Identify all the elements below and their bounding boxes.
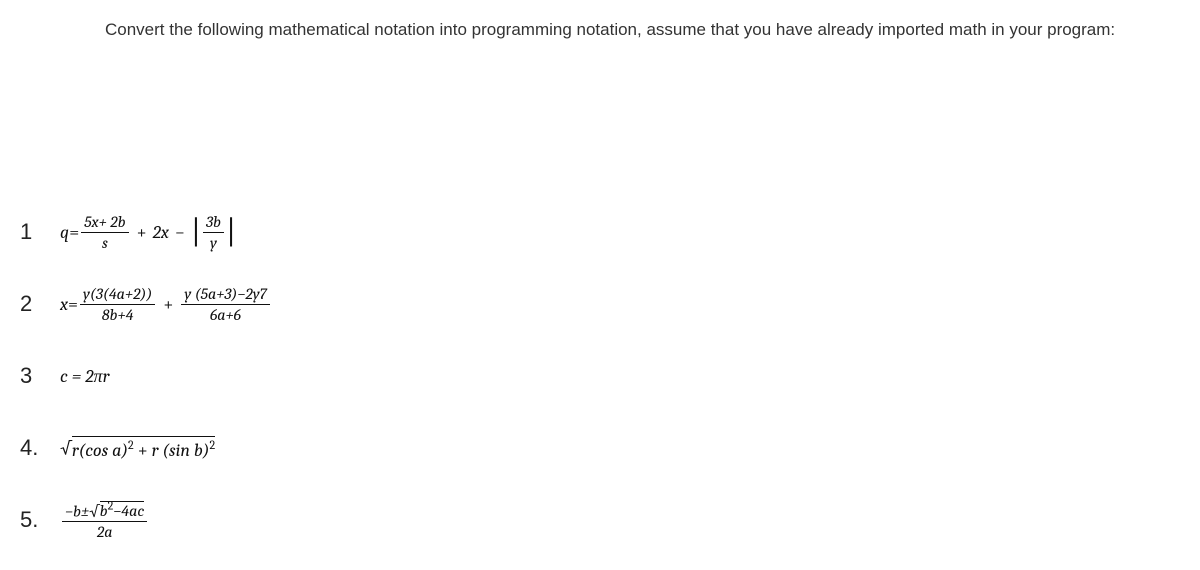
item-number-3: 3 — [20, 363, 60, 389]
eq1-equals: = — [69, 222, 79, 243]
eq1-frac1-top: 5x+ 2b — [81, 213, 128, 233]
eq2-frac1: y(3(4a+2)) 8b+4 — [80, 285, 155, 324]
item-number-5: 5. — [20, 507, 60, 533]
item-number-2: 2 — [20, 291, 60, 317]
equation-item-2: 2 x = y(3(4a+2)) 8b+4 + y (5a+3)−2y7 6a+… — [20, 282, 1200, 326]
eq1-frac2-bot: y — [207, 233, 220, 252]
eq3-full: c = 2πr — [60, 366, 109, 387]
eq5-sqrt: √ — [89, 502, 100, 520]
equation-5: −b±√b2−4ac 2a — [60, 499, 149, 541]
eq4-sup2: 2 — [209, 438, 215, 452]
equation-item-5: 5. −b±√b2−4ac 2a — [20, 498, 1200, 542]
eq5-top: −b±√b2−4ac — [62, 499, 147, 522]
eq5-frac: −b±√b2−4ac 2a — [62, 499, 147, 541]
eq4-term1: r(cos a) — [72, 440, 128, 461]
equation-list: 1 q = 5x+ 2b s + 2x − | 3b y | 2 x = — [20, 210, 1200, 542]
equation-3: c = 2πr — [60, 366, 109, 387]
eq1-abs-left: | — [191, 216, 201, 248]
equation-item-3: 3 c = 2πr — [20, 354, 1200, 398]
eq2-frac1-bot: 8b+4 — [99, 305, 137, 324]
eq5-radicand: b2−4ac — [100, 501, 145, 520]
eq2-frac2: y (5a+3)−2y7 6a+6 — [181, 285, 269, 324]
equation-4: √ r(cos a)2 + r (sin b)2 — [60, 436, 215, 461]
eq1-mid: 2x — [153, 222, 169, 243]
eq2-lhs: x — [60, 294, 68, 315]
eq1-frac1-bot: s — [99, 233, 111, 252]
eq2-frac1-top: y(3(4a+2)) — [80, 285, 155, 305]
eq4-sup1: 2 — [128, 438, 134, 452]
equation-1: q = 5x+ 2b s + 2x − | 3b y | — [60, 213, 236, 252]
equation-item-1: 1 q = 5x+ 2b s + 2x − | 3b y | — [20, 210, 1200, 254]
eq5-rest: −4ac — [113, 502, 144, 520]
eq1-abs-right: | — [226, 216, 236, 248]
eq4-plus: + — [138, 440, 152, 461]
eq5-bot: 2a — [94, 522, 116, 541]
eq4-sqrt: √ — [60, 438, 72, 459]
instruction-text: Convert the following mathematical notat… — [105, 20, 1200, 40]
eq1-frac2: 3b y — [203, 213, 224, 252]
eq5-top-a: −b± — [65, 502, 89, 520]
item-number-1: 1 — [20, 219, 60, 245]
eq1-lhs: q — [60, 222, 69, 243]
eq5-b: b — [100, 502, 108, 520]
eq2-plus: + — [163, 294, 173, 315]
eq4-radicand: r(cos a)2 + r (sin b)2 — [72, 436, 215, 461]
eq1-minus: − — [175, 222, 185, 243]
eq2-frac2-top: y (5a+3)−2y7 — [181, 285, 269, 305]
equation-2: x = y(3(4a+2)) 8b+4 + y (5a+3)−2y7 6a+6 — [60, 285, 272, 324]
eq1-frac1: 5x+ 2b s — [81, 213, 128, 252]
eq2-frac2-bot: 6a+6 — [207, 305, 244, 324]
equation-item-4: 4. √ r(cos a)2 + r (sin b)2 — [20, 426, 1200, 470]
item-number-4: 4. — [20, 435, 60, 461]
eq1-frac2-top: 3b — [203, 213, 224, 233]
eq4-term2: r (sin b) — [152, 440, 210, 461]
eq2-equals: = — [68, 294, 78, 315]
eq1-plus: + — [137, 222, 147, 243]
